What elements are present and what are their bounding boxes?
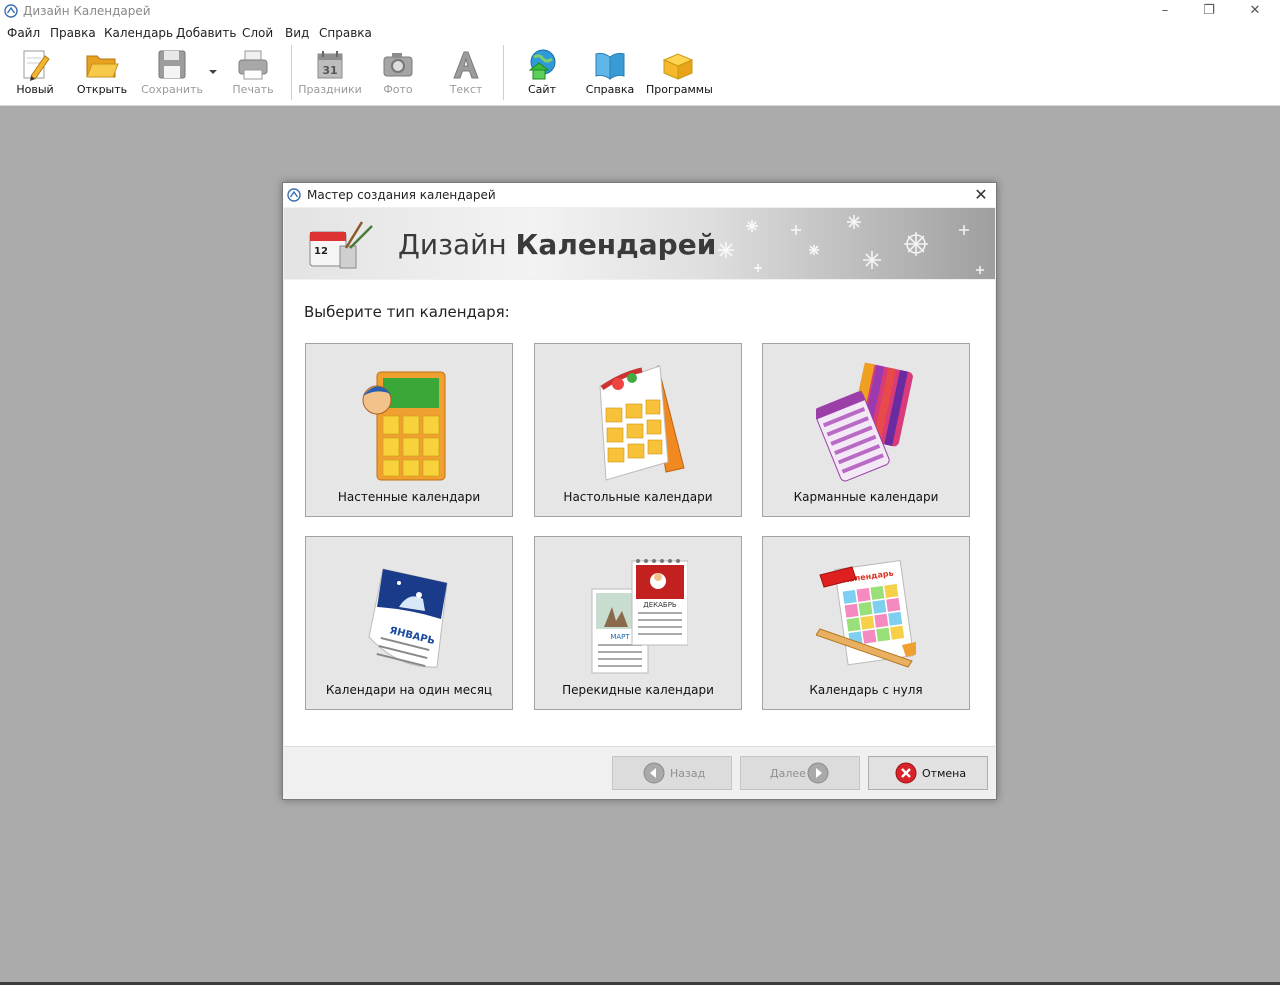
brand-title: Дизайн Календарей [398, 228, 716, 261]
one-month-calendar-card[interactable]: ЯНВАРЬ Календари на один месяц [305, 536, 513, 710]
calendar-from-scratch-icon: Календарь [816, 559, 916, 668]
new-button[interactable]: Новый [6, 42, 64, 105]
desk-calendar-card[interactable]: Настольные календари [534, 343, 742, 517]
restore-button[interactable]: ❐ [1186, 0, 1232, 22]
cancel-button[interactable]: Отмена [868, 756, 988, 790]
wall-calendar-card[interactable]: Настенные календари [305, 343, 513, 517]
cancel-x-icon [895, 762, 917, 784]
svg-text:31: 31 [322, 64, 337, 77]
help-label: Справка [585, 83, 635, 96]
flip-calendar-card[interactable]: МАРТ ДЕКАБРЬ Перекидные календари [534, 536, 742, 710]
calendar-from-scratch-label: Календарь с нуля [809, 683, 923, 697]
svg-text:ДЕКАБРЬ: ДЕКАБРЬ [643, 601, 677, 609]
brand-title-light: Дизайн [398, 228, 516, 261]
programs-label: Программы [646, 83, 713, 96]
toolbar: Новый Открыть Сохранить Печать 31 Праздн… [0, 42, 1280, 106]
pocket-calendar-icon [816, 362, 913, 482]
dialog-title: Мастер создания календарей [307, 188, 496, 202]
new-document-icon [23, 50, 50, 81]
flip-calendar-label: Перекидные календари [562, 683, 714, 697]
menu-view[interactable]: Вид [285, 26, 309, 40]
snowflakes-decoration-icon [718, 215, 984, 274]
dialog-content: Выберите тип календаря: Настенные календ… [284, 280, 995, 746]
calendar-from-scratch-card[interactable]: Календарь Календарь с нуля [762, 536, 970, 710]
dialog-footer: Назад Далее Отмена [284, 746, 995, 799]
app-logo-icon [4, 4, 18, 18]
menu-help[interactable]: Справка [319, 26, 372, 40]
cancel-label: Отмена [922, 767, 967, 780]
desk-calendar-icon [599, 365, 685, 481]
pocket-calendar-label: Карманные календари [793, 490, 939, 504]
calendar-31-icon: 31 [317, 51, 343, 79]
menu-calendar[interactable]: Календарь [104, 26, 173, 40]
printer-icon [238, 50, 268, 80]
camera-icon [383, 53, 413, 77]
floppy-disk-icon [158, 50, 186, 79]
globe-home-icon [528, 49, 556, 80]
holidays-label: Праздники [298, 83, 362, 96]
menu-file[interactable]: Файл [7, 26, 40, 40]
one-month-calendar-icon: ЯНВАРЬ [368, 568, 448, 668]
desk-calendar-label: Настольные календари [563, 490, 713, 504]
one-month-calendar-label: Календари на один месяц [325, 683, 493, 697]
calendar-brushes-icon: 12 [309, 221, 373, 269]
open-button[interactable]: Открыть [70, 42, 134, 105]
folder-icon [86, 55, 119, 78]
next-button[interactable]: Далее [740, 756, 860, 790]
dialog-banner: 12 Дизайн Календарей [284, 208, 995, 279]
open-label: Открыть [76, 83, 128, 96]
window-close-button[interactable]: ✕ [1232, 0, 1278, 22]
letter-a-icon [453, 51, 479, 79]
save-dropdown-arrow-icon[interactable] [209, 70, 217, 74]
holidays-button[interactable]: 31 Праздники [298, 42, 362, 105]
back-button[interactable]: Назад [612, 756, 732, 790]
new-label: Новый [16, 83, 54, 96]
arrow-right-icon [807, 762, 829, 784]
brand-title-bold: Календарей [515, 228, 717, 261]
window-title: Дизайн Календарей [23, 4, 151, 18]
text-button[interactable]: Текст [438, 42, 494, 105]
print-label: Печать [232, 83, 274, 96]
menu-bar: Файл Правка Календарь Добавить Слой Вид … [0, 22, 1280, 42]
svg-text:МАРТ: МАРТ [610, 633, 630, 641]
wall-calendar-icon [362, 371, 446, 481]
save-label: Сохранить [141, 83, 203, 96]
help-button[interactable]: Справка [582, 42, 638, 105]
save-button[interactable]: Сохранить [138, 42, 206, 105]
next-label: Далее [770, 767, 806, 780]
calendar-wizard-dialog: Мастер создания календарей ✕ 12 Дизайн К… [282, 182, 997, 800]
app-logo-icon [287, 188, 301, 202]
book-icon [595, 52, 625, 80]
svg-text:12: 12 [314, 246, 328, 257]
photo-button[interactable]: Фото [370, 42, 426, 105]
minimize-button[interactable]: – [1142, 0, 1188, 22]
print-button[interactable]: Печать [224, 42, 282, 105]
photo-label: Фото [383, 83, 413, 96]
dialog-titlebar: Мастер создания календарей ✕ [283, 183, 996, 207]
pocket-calendar-card[interactable]: Карманные календари [762, 343, 970, 517]
text-label: Текст [449, 83, 483, 96]
choose-type-prompt: Выберите тип календаря: [304, 303, 510, 321]
toolbar-separator [503, 45, 504, 100]
menu-edit[interactable]: Правка [50, 26, 96, 40]
site-button[interactable]: Сайт [514, 42, 570, 105]
menu-layer[interactable]: Слой [242, 26, 273, 40]
programs-button[interactable]: Программы [646, 42, 713, 105]
back-label: Назад [670, 767, 706, 780]
flip-calendar-icon: МАРТ ДЕКАБРЬ [591, 559, 688, 674]
window-titlebar: Дизайн Календарей – ❐ ✕ [0, 0, 1280, 22]
toolbar-separator [291, 45, 292, 100]
menu-add[interactable]: Добавить [176, 26, 236, 40]
gift-box-icon [662, 53, 694, 80]
dialog-close-button[interactable]: ✕ [966, 183, 996, 207]
wall-calendar-label: Настенные календари [337, 490, 481, 504]
site-label: Сайт [528, 83, 556, 96]
arrow-left-icon [643, 762, 665, 784]
